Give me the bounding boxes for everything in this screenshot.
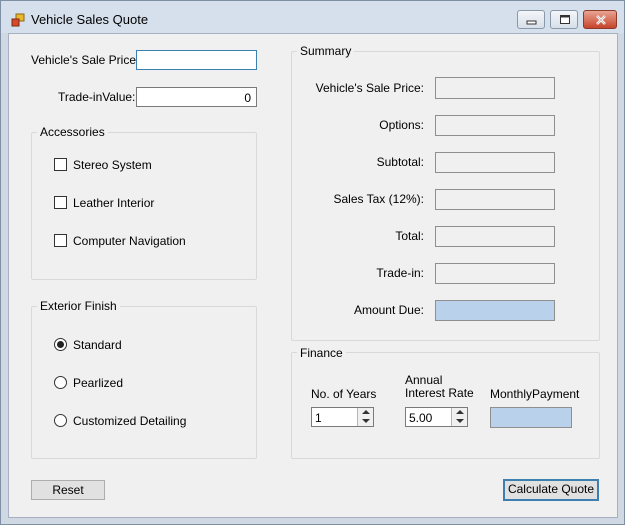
standard-radio[interactable] — [54, 338, 67, 351]
window-title: Vehicle Sales Quote — [31, 12, 149, 27]
amount-due-label: Amount Due: — [353, 303, 424, 317]
navigation-label[interactable]: Computer Navigation — [73, 234, 186, 248]
maximize-icon — [560, 15, 570, 24]
leather-label[interactable]: Leather Interior — [73, 196, 154, 210]
summary-total-label: Total: — [395, 229, 424, 243]
sale-price-label: Vehicle's Sale Price: — [31, 53, 140, 67]
close-icon — [596, 15, 606, 25]
summary-sale-price-label: Vehicle's Sale Price: — [315, 81, 424, 95]
tradein-value: 0 — [244, 91, 251, 105]
finance-title: Finance — [297, 346, 346, 360]
navigation-checkbox[interactable] — [54, 234, 67, 247]
pearlized-label[interactable]: Pearlized — [73, 376, 123, 390]
summary-subtotal-output — [435, 152, 555, 173]
summary-tax-output — [435, 189, 555, 210]
years-spinner[interactable]: 1 — [311, 407, 374, 427]
spin-down-icon[interactable] — [362, 419, 370, 423]
summary-subtotal-label: Subtotal: — [376, 155, 424, 169]
summary-sale-price-output — [435, 77, 555, 99]
years-label: No. of Years — [311, 387, 377, 401]
sale-price-input[interactable] — [136, 50, 257, 70]
rate-spinner-arrows[interactable] — [451, 408, 467, 426]
summary-tax-label: Sales Tax (12%): — [333, 192, 425, 206]
rate-value: 5.00 — [409, 411, 433, 425]
finance-group — [291, 352, 600, 459]
app-icon — [11, 13, 25, 27]
summary-tradein-output — [435, 263, 555, 284]
rate-spinner[interactable]: 5.00 — [405, 407, 468, 427]
tradein-label: Trade-inValue: — [58, 90, 136, 104]
summary-options-output — [435, 115, 555, 136]
years-value: 1 — [315, 411, 322, 425]
rate-label-line1: Annual — [405, 373, 443, 387]
stereo-checkbox[interactable] — [54, 158, 67, 171]
accessories-title: Accessories — [37, 125, 108, 139]
payment-label: MonthlyPayment — [490, 387, 580, 401]
selected-dot — [57, 341, 64, 348]
exterior-title: Exterior Finish — [37, 299, 120, 313]
standard-label[interactable]: Standard — [73, 338, 122, 352]
spin-down-icon[interactable] — [456, 419, 464, 423]
app-window: Vehicle Sales Quote Vehicle's Sale Price… — [0, 0, 625, 525]
minimize-icon — [526, 20, 537, 25]
summary-options-label: Options: — [379, 118, 424, 132]
years-spinner-arrows[interactable] — [357, 408, 373, 426]
stereo-label[interactable]: Stereo System — [73, 158, 152, 172]
leather-checkbox[interactable] — [54, 196, 67, 209]
rate-label-line2: Interest Rate — [405, 386, 474, 400]
summary-tradein-label: Trade-in: — [376, 266, 424, 280]
spin-up-icon[interactable] — [362, 410, 370, 414]
reset-button[interactable]: Reset — [31, 480, 105, 500]
summary-total-output — [435, 226, 555, 247]
summary-title: Summary — [297, 44, 355, 58]
pearlized-radio[interactable] — [54, 376, 67, 389]
customized-label[interactable]: Customized Detailing — [73, 414, 186, 428]
monthly-payment-output — [490, 407, 572, 428]
title-bar[interactable]: Vehicle Sales Quote — [1, 1, 624, 33]
minimize-button[interactable] — [517, 10, 545, 29]
tradein-input[interactable]: 0 — [136, 87, 257, 107]
amount-due-output — [435, 300, 555, 321]
maximize-button[interactable] — [550, 10, 578, 29]
calculate-quote-button[interactable]: Calculate Quote — [503, 479, 599, 501]
close-button[interactable] — [583, 10, 617, 29]
customized-radio[interactable] — [54, 414, 67, 427]
spin-up-icon[interactable] — [456, 410, 464, 414]
